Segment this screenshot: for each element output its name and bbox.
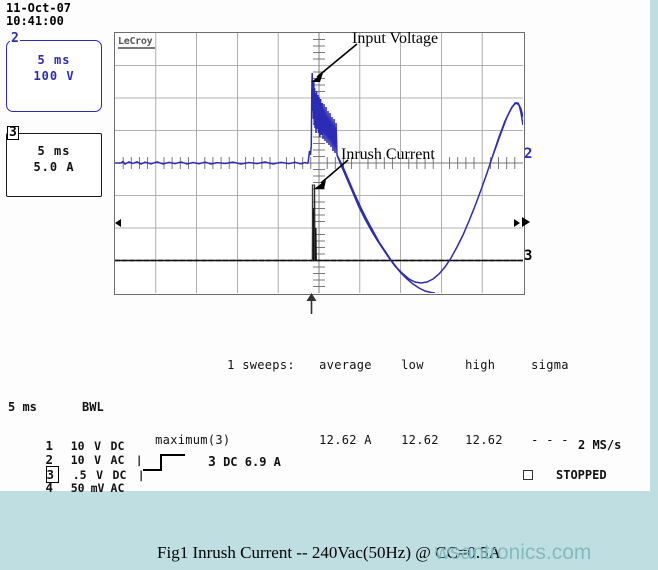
measurement-header-row: 1 sweeps: average low high sigma xyxy=(110,343,569,388)
channel-box-3-badge: 3 xyxy=(7,125,19,140)
waveform-trace-tail xyxy=(492,102,523,156)
status-channel-4-number: 4 xyxy=(45,480,54,495)
channel-box-3-timebase: 5 ms xyxy=(37,144,71,158)
channel-box-2-badge: 2 xyxy=(10,31,20,46)
measurement-sweeps-label: 1 sweeps: xyxy=(227,358,295,372)
annotation-arrow-input-voltage xyxy=(311,43,358,82)
status-timebase: 5 ms xyxy=(8,400,37,414)
sample-rate: 2 MS/s xyxy=(578,438,622,452)
page-right-border xyxy=(650,0,658,492)
lecroy-logo-text: LeCroy xyxy=(118,36,155,49)
waveform-trace-input-voltage-cont xyxy=(336,102,523,284)
trigger-position-marker[interactable] xyxy=(303,293,321,315)
annotation-input-voltage: Input Voltage xyxy=(352,30,439,47)
channel-box-3-scale: 5.0 A xyxy=(33,160,75,174)
lecroy-logo: LeCroy xyxy=(118,36,155,49)
scope-status-strip: 5 ms BWL 1 10 V DC 2 10 V AC ⎪ 3.5 V DC ⎪ 4 50 mV AC … xyxy=(0,398,650,495)
graticule-edge-markers xyxy=(115,219,520,227)
measurement-col-average: average xyxy=(319,358,372,372)
channel-box-2-scale: 100 V xyxy=(33,69,75,83)
channel-box-2-timebase: 5 ms xyxy=(37,53,71,67)
status-channel-row-4[interactable]: 4 50 mV AC xyxy=(4,466,137,509)
status-channel-4-value: 50 xyxy=(70,481,85,495)
trigger-source: 3 xyxy=(208,455,216,470)
scope-date: 11-Oct-07 xyxy=(6,1,72,15)
status-channel-4-unit: mV xyxy=(90,481,105,495)
trigger-level: 6.9 A xyxy=(244,455,281,469)
trigger-coupling: DC xyxy=(223,455,238,469)
annotation-arrow-inrush-current xyxy=(314,159,349,189)
status-bwl-header: BWL xyxy=(82,400,104,414)
channel-box-2[interactable]: 5 ms 100 V xyxy=(6,40,102,112)
measurement-col-low: low xyxy=(401,358,424,372)
trigger-settings[interactable]: 3 DC 6.9 A xyxy=(208,455,281,470)
acquisition-indicator-icon xyxy=(523,470,533,480)
annotation-inrush-current: Inrush Current xyxy=(341,146,435,163)
watermark: wsantronics.com xyxy=(435,541,592,564)
edge-marker-channel-3: 3 xyxy=(524,248,533,264)
channel-3-level-arrow-icon xyxy=(522,217,530,227)
measurement-col-sigma: sigma xyxy=(531,358,569,372)
scope-time: 10:41:00 xyxy=(6,14,64,28)
channel-box-3[interactable]: 5 ms 5.0 A xyxy=(6,133,102,197)
edge-marker-channel-2: 2 xyxy=(524,146,533,162)
rising-edge-icon xyxy=(143,454,185,471)
measurement-col-high: high xyxy=(465,358,496,372)
status-channel-4-coupling: AC xyxy=(110,481,125,495)
screenshot-root: 11-Oct-07 10:41:00 5 ms 100 V 2 5 ms 5.0… xyxy=(0,0,658,570)
run-state: STOPPED xyxy=(556,468,607,482)
